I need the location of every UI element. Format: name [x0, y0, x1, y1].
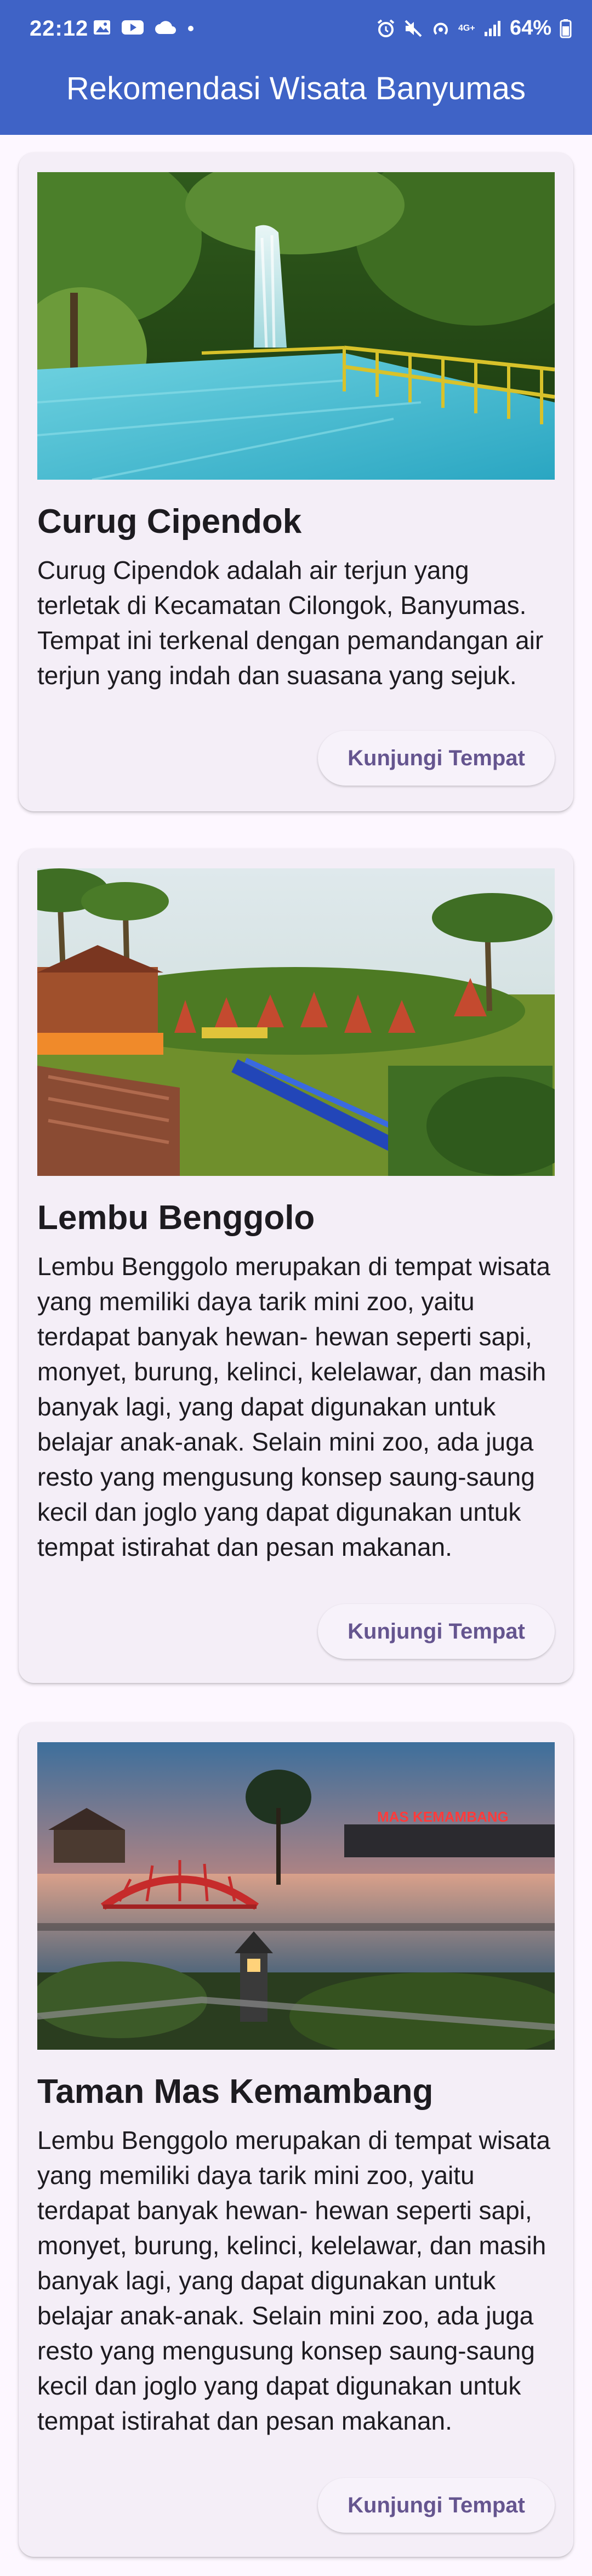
place-image	[37, 868, 555, 1176]
battery-icon	[559, 19, 572, 38]
signal-icon	[482, 19, 502, 38]
place-description: Curug Cipendok adalah air terjun yang te…	[37, 556, 544, 690]
visit-place-button[interactable]: Kunjungi Tempat	[318, 1604, 555, 1659]
image-sign-text: MAS KEMAMBANG	[377, 1809, 509, 1825]
place-description: Lembu Benggolo merupakan di tempat wisat…	[37, 2126, 550, 2435]
place-title: Curug Cipendok	[37, 503, 302, 541]
youtube-icon	[121, 18, 145, 37]
place-image: MAS KEMAMBANG	[37, 1742, 555, 2050]
hotspot-icon	[431, 19, 451, 38]
place-title: Taman Mas Kemambang	[37, 2073, 434, 2111]
place-image	[37, 172, 555, 480]
battery-percent: 64%	[509, 16, 551, 39]
status-bar: 22:12 4G+ 64%	[0, 0, 592, 60]
status-time: 22:12	[30, 16, 89, 41]
place-title: Lembu Benggolo	[37, 1199, 315, 1237]
place-card-taman-mas-kemambang: MAS KEMAMBANG Taman Mas Kemambang Lembu …	[19, 1722, 573, 2557]
mute-icon	[403, 19, 423, 38]
cloud-icon	[153, 18, 178, 37]
place-card-lembu-benggolo: Lembu Benggolo Lembu Benggolo merupakan …	[19, 849, 573, 1683]
place-description: Lembu Benggolo merupakan di tempat wisat…	[37, 1252, 550, 1561]
visit-place-button[interactable]: Kunjungi Tempat	[318, 731, 555, 786]
top-app-bar: 22:12 4G+ 64% Rekomendasi Wisata Banyuma…	[0, 0, 592, 135]
dot-icon	[186, 18, 195, 37]
place-card-curug-cipendok: Curug Cipendok Curug Cipendok adalah air…	[19, 152, 573, 811]
app-title: Rekomendasi Wisata Banyumas	[66, 71, 526, 106]
network-type: 4G+	[458, 23, 475, 33]
visit-place-button[interactable]: Kunjungi Tempat	[318, 2478, 555, 2533]
image-icon	[92, 18, 112, 37]
alarm-icon	[376, 19, 396, 38]
